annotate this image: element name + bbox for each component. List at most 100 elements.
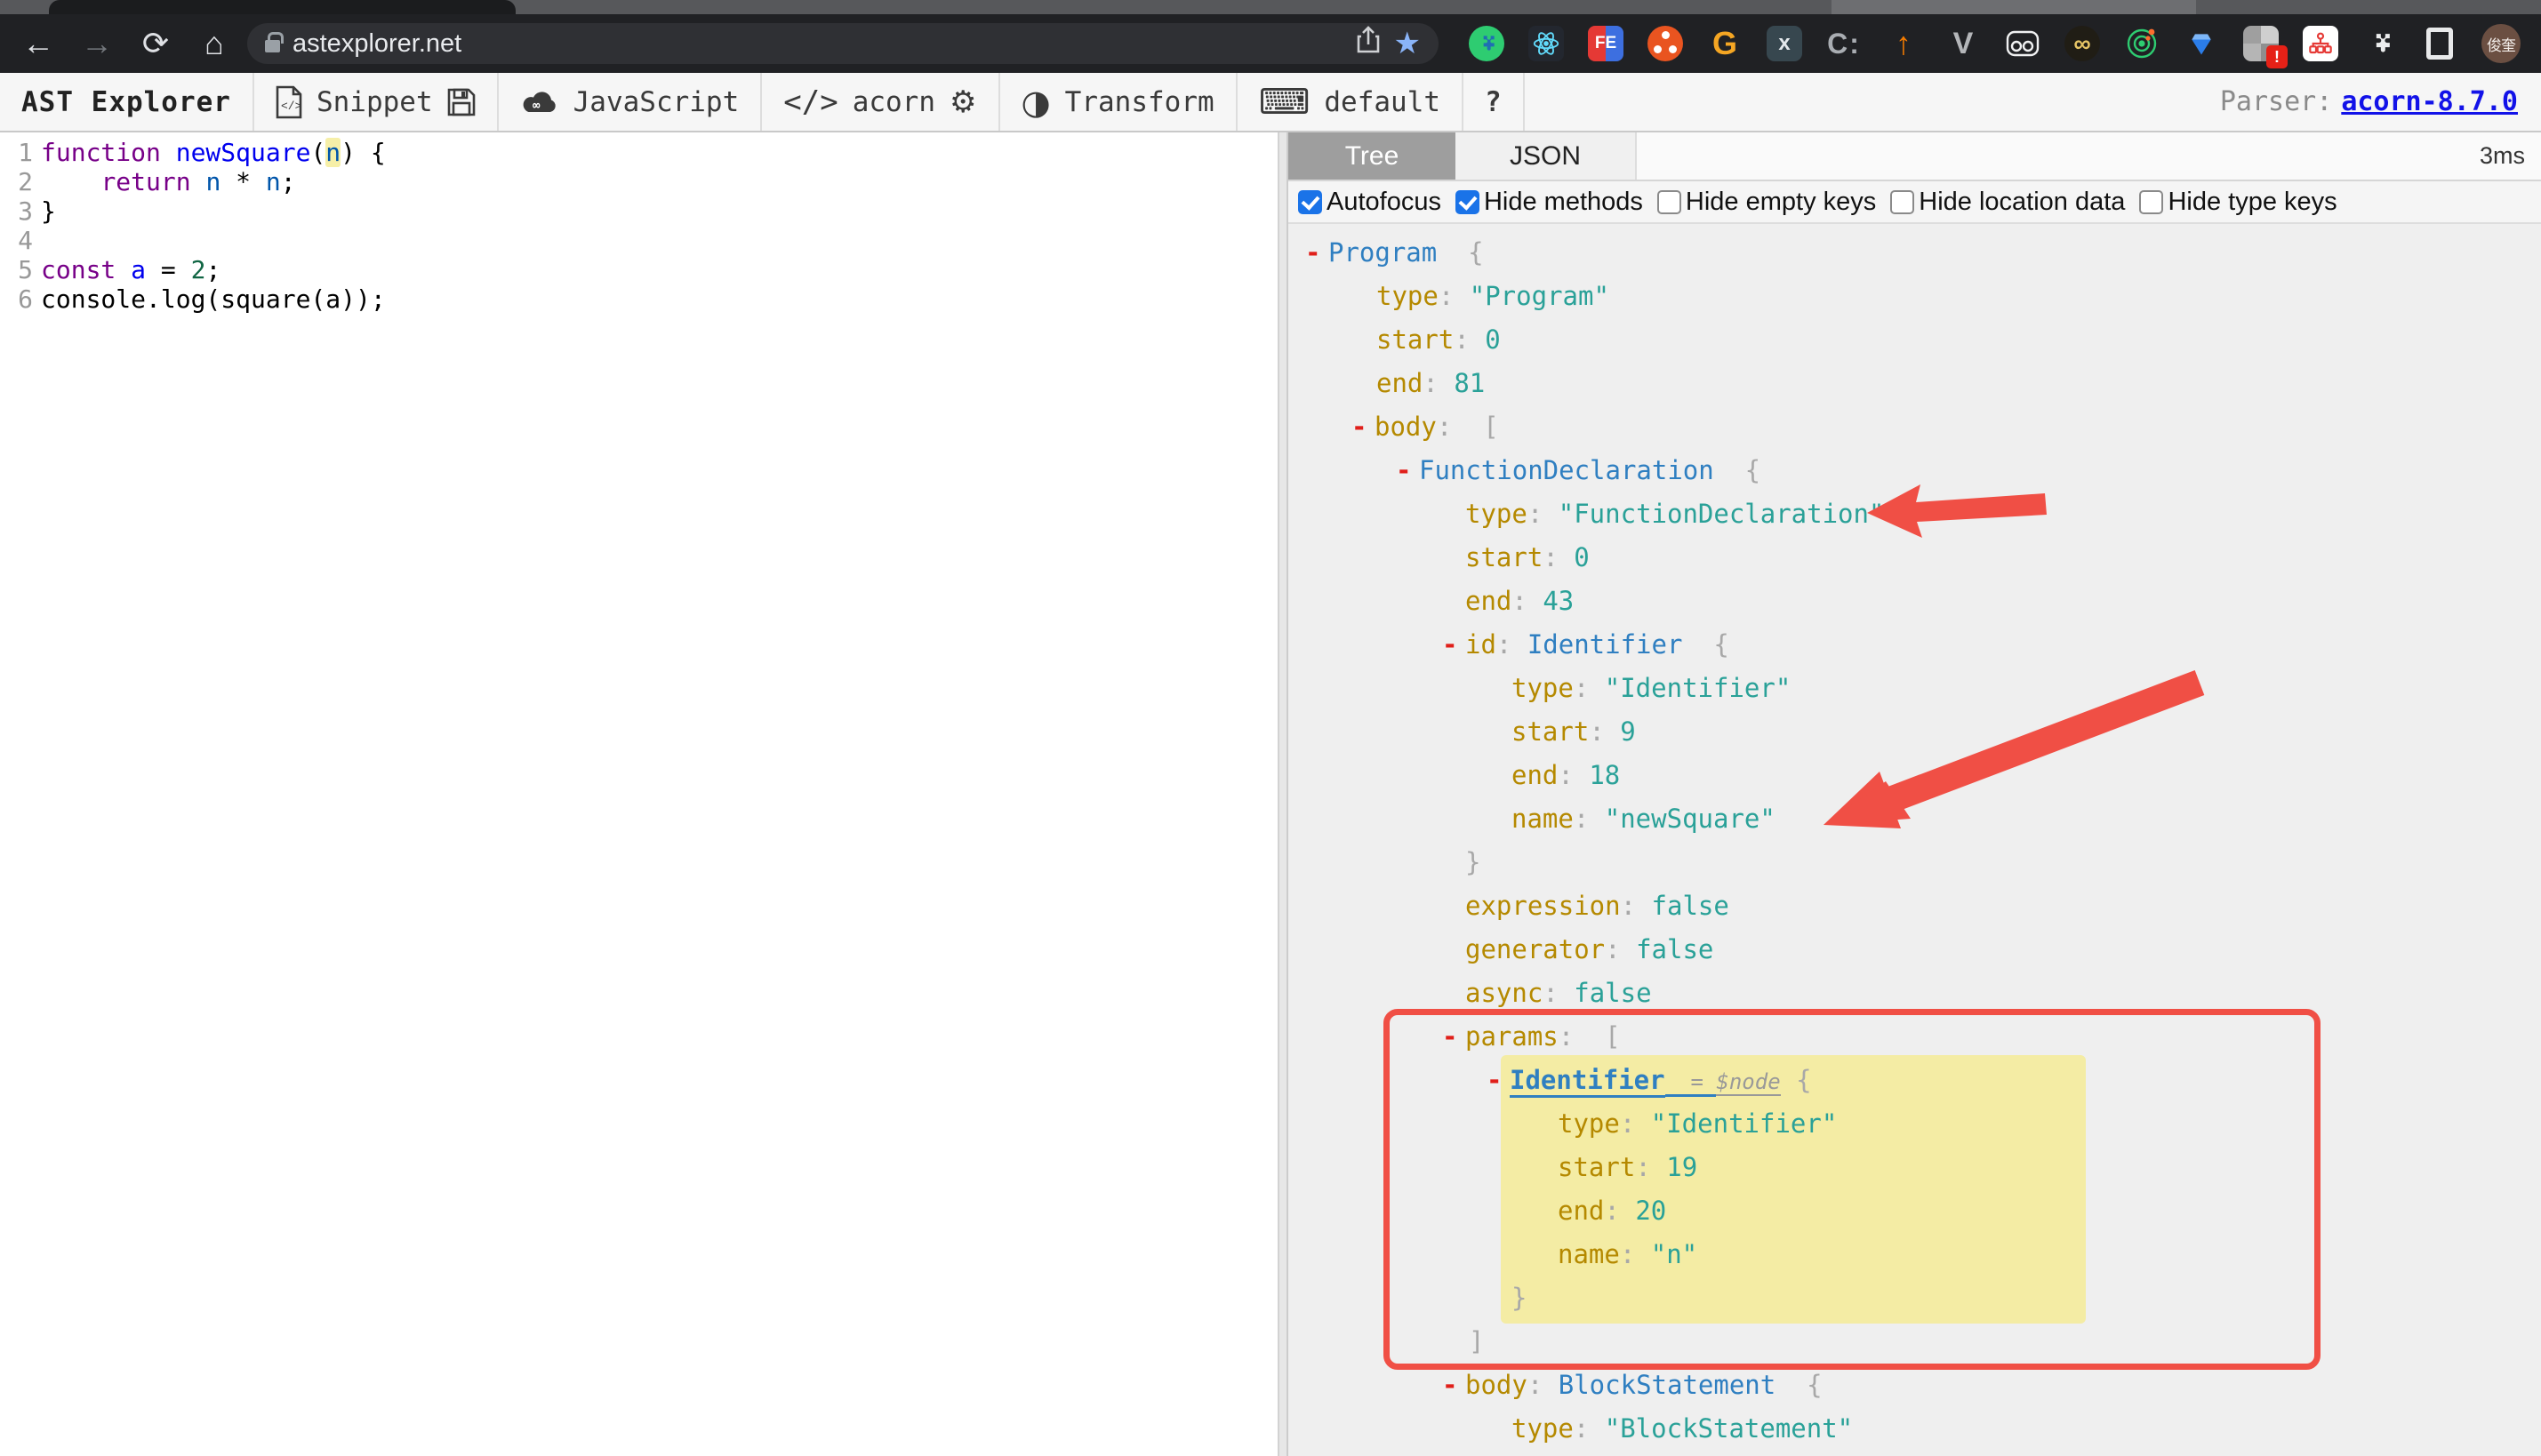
infinity-extension-icon[interactable]: ∞ bbox=[2064, 26, 2100, 61]
code-editor[interactable]: 1 function newSquare(n) { 2 return n * n… bbox=[0, 132, 1278, 1456]
line-number: 1 bbox=[18, 138, 33, 167]
keymap-button[interactable]: default bbox=[1324, 86, 1440, 118]
back-icon: ← bbox=[22, 25, 54, 61]
tree-option[interactable]: Hide methods bbox=[1455, 188, 1643, 217]
ast-tree-row[interactable]: ] bbox=[1288, 1320, 2541, 1364]
parser-section[interactable]: </> acorn ⚙ bbox=[762, 73, 1000, 131]
ast-tree-row[interactable]: start: 22 bbox=[1288, 1451, 2541, 1456]
home-button[interactable]: ⌂ bbox=[188, 20, 240, 67]
ast-tree-row[interactable]: start: 19 bbox=[1288, 1146, 2541, 1189]
ast-tree-row[interactable]: - id: Identifier { bbox=[1288, 623, 2541, 667]
app-title: AST Explorer bbox=[21, 85, 231, 118]
tab-tree[interactable]: Tree bbox=[1288, 132, 1455, 180]
keymap-section[interactable]: ⌨ default bbox=[1238, 73, 1464, 131]
window-squares-alert-extension-icon[interactable]: ! bbox=[2243, 26, 2288, 68]
ast-tree-row[interactable]: start: 9 bbox=[1288, 710, 2541, 754]
language-section[interactable]: ∞ JavaScript bbox=[499, 73, 763, 131]
ast-tree-row[interactable]: end: 18 bbox=[1288, 754, 2541, 797]
code-icon: </> bbox=[783, 84, 838, 120]
editor-line: 4 bbox=[0, 226, 1278, 255]
ast-tree-row[interactable]: end: 20 bbox=[1288, 1189, 2541, 1233]
transform-section[interactable]: ◑ Transform bbox=[1000, 73, 1238, 131]
ast-tree-row[interactable]: end: 43 bbox=[1288, 580, 2541, 623]
g-orange-extension-icon[interactable]: G bbox=[1707, 25, 1743, 61]
ast-tree-row[interactable]: - params: [ bbox=[1288, 1015, 2541, 1059]
ast-tree-row[interactable]: start: 0 bbox=[1288, 318, 2541, 362]
ast-tree-row[interactable]: type: "Identifier" bbox=[1288, 667, 2541, 710]
pickaxe-orange-extension-icon[interactable]: ↑ bbox=[1886, 25, 1921, 61]
transform-button[interactable]: Transform bbox=[1065, 86, 1214, 118]
checkbox-icon[interactable] bbox=[1298, 189, 1322, 214]
back-button[interactable]: ← bbox=[12, 20, 64, 67]
help-button[interactable]: ? bbox=[1485, 86, 1502, 118]
share-icon[interactable] bbox=[1355, 26, 1382, 61]
fe-extension-icon[interactable]: FE bbox=[1588, 26, 1623, 61]
option-label: Hide location data bbox=[1919, 187, 2126, 216]
forward-button[interactable]: → bbox=[71, 20, 123, 67]
ast-tree-row[interactable]: - body: [ bbox=[1288, 405, 2541, 449]
language-button[interactable]: JavaScript bbox=[573, 86, 740, 118]
ast-tree-row[interactable]: type: "FunctionDeclaration" bbox=[1288, 492, 2541, 536]
ast-tree-row[interactable]: - body: BlockStatement { bbox=[1288, 1364, 2541, 1407]
ast-tree-row[interactable]: } bbox=[1288, 841, 2541, 884]
ast-tree-row[interactable]: type: "Program" bbox=[1288, 275, 2541, 318]
line-number: 3 bbox=[18, 196, 33, 226]
ast-tree-row[interactable]: generator: false bbox=[1288, 928, 2541, 972]
help-section[interactable]: ? bbox=[1463, 73, 1525, 131]
checkbox-icon[interactable] bbox=[1455, 189, 1479, 214]
ast-tree-row[interactable]: } bbox=[1288, 1276, 2541, 1320]
snippet-section: </> Snippet bbox=[254, 73, 499, 131]
v-gray-extension-icon[interactable]: V bbox=[1945, 26, 1981, 61]
inactive-tab-remnant[interactable] bbox=[1832, 0, 2196, 14]
active-tab-remnant[interactable] bbox=[49, 0, 516, 14]
gem-blue-extension-icon[interactable] bbox=[2184, 26, 2219, 61]
tab-json[interactable]: JSON bbox=[1455, 132, 1637, 180]
url-text[interactable]: astexplorer.net bbox=[293, 29, 1343, 59]
ast-tree-row[interactable]: - Identifier = $node { bbox=[1288, 1059, 2541, 1102]
browser-tab-strip bbox=[0, 0, 2541, 14]
option-label: Hide methods bbox=[1483, 187, 1643, 216]
ast-tree-row[interactable]: type: "Identifier" bbox=[1288, 1102, 2541, 1146]
sitemap-red-extension-icon[interactable] bbox=[2303, 26, 2338, 61]
save-icon[interactable] bbox=[447, 88, 476, 116]
profile-avatar[interactable]: 俊奎 bbox=[2481, 24, 2521, 63]
ast-tree-row[interactable]: type: "BlockStatement" bbox=[1288, 1407, 2541, 1451]
gear-icon[interactable]: ⚙ bbox=[950, 84, 976, 120]
parser-button[interactable]: acorn bbox=[853, 86, 935, 118]
x-dark-extension-icon[interactable]: x bbox=[1767, 26, 1802, 61]
c-dots-extension-icon[interactable]: C: bbox=[1826, 26, 1862, 61]
reading-frame-icon[interactable] bbox=[2422, 26, 2457, 61]
orange-circle-extension-icon[interactable] bbox=[1647, 26, 1683, 61]
parser-version-link[interactable]: acorn-8.7.0 bbox=[2341, 86, 2518, 117]
ast-tree-row[interactable]: end: 81 bbox=[1288, 362, 2541, 405]
ast-tree-row[interactable]: name: "newSquare" bbox=[1288, 797, 2541, 841]
checkbox-icon[interactable] bbox=[1656, 189, 1681, 214]
orbit-green-extension-icon[interactable] bbox=[2124, 26, 2160, 61]
address-bar[interactable]: astexplorer.net ★ bbox=[247, 23, 1439, 64]
tree-option[interactable]: Hide type keys bbox=[2139, 188, 2337, 217]
ast-tree-row[interactable]: expression: false bbox=[1288, 884, 2541, 928]
checkbox-icon[interactable] bbox=[1890, 189, 1915, 214]
app-title-section: AST Explorer bbox=[0, 73, 254, 131]
file-code-icon[interactable]: </> bbox=[276, 85, 302, 119]
reload-button[interactable]: ⟳ bbox=[130, 20, 181, 67]
tree-option[interactable]: Autofocus bbox=[1298, 188, 1441, 217]
bookmark-star-icon[interactable]: ★ bbox=[1394, 26, 1421, 61]
react-devtools-extension-icon[interactable] bbox=[1528, 26, 1564, 61]
puzzle-green-extension-icon[interactable] bbox=[1469, 26, 1504, 61]
ast-tree-row[interactable]: start: 0 bbox=[1288, 536, 2541, 580]
lock-icon[interactable] bbox=[265, 32, 284, 52]
extensions-row: FE G x C: ↑ V ∞ ! 俊奎 bbox=[1469, 24, 2541, 68]
ast-tree-row[interactable]: - FunctionDeclaration { bbox=[1288, 449, 2541, 492]
ast-tree-row[interactable]: - Program { bbox=[1288, 231, 2541, 275]
tree-option[interactable]: Hide empty keys bbox=[1656, 188, 1876, 217]
checkbox-icon[interactable] bbox=[2139, 189, 2164, 214]
ast-tree-row[interactable]: name: "n" bbox=[1288, 1233, 2541, 1276]
extensions-puzzle-icon[interactable] bbox=[2362, 26, 2398, 61]
snippet-button[interactable]: Snippet bbox=[317, 86, 433, 118]
ast-tree-row[interactable]: async: false bbox=[1288, 972, 2541, 1015]
goggles-extension-icon[interactable] bbox=[2005, 26, 2040, 61]
tree-option[interactable]: Hide location data bbox=[1890, 188, 2125, 217]
pane-divider[interactable] bbox=[1278, 132, 1288, 1456]
editor-line: 3 } bbox=[0, 196, 1278, 226]
